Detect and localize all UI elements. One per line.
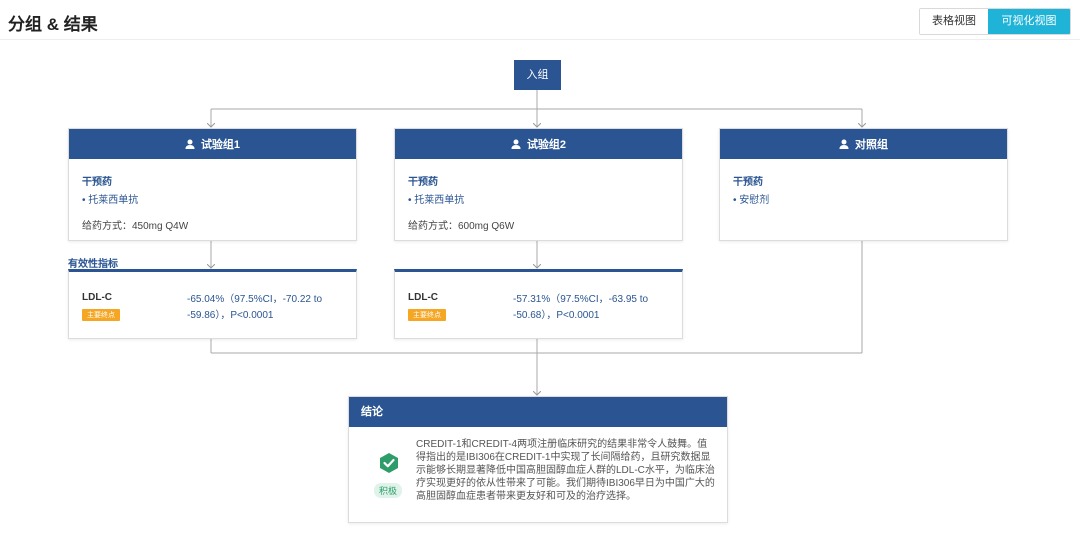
user-icon — [839, 139, 849, 149]
conclusion-header: 结论 — [349, 397, 727, 427]
dosing-text: 给药方式：600mg Q6W — [408, 221, 515, 232]
conclusion-text: CREDIT-1和CREDIT-4两项注册临床研究的结果非常令人鼓舞。值得指出的… — [416, 439, 715, 502]
arm-name: 试验组1 — [200, 139, 241, 151]
intervention-drug: • 托莱西单抗 — [82, 195, 139, 206]
arm-body: 干预药 • 托莱西单抗 给药方式：450mg Q4W — [69, 159, 356, 232]
shield-check-icon — [380, 453, 398, 473]
endpoint-result: -57.31%（97.5%CI，-63.95 to -50.68），P<0.00… — [513, 294, 649, 321]
efficacy-section-label: 有效性指标 — [68, 259, 118, 270]
endpoint-name: LDL-C — [82, 292, 112, 303]
conclusion-card: 结论 积极 CREDIT-1和CREDIT-4两项注册临床研究的结果非常令人鼓舞… — [348, 396, 728, 523]
efficacy-card-1: LDL-C 主要终点 -65.04%（97.5%CI，-70.22 to -59… — [68, 269, 357, 339]
arm-header: 试验组1 — [69, 129, 356, 159]
enrollment-node: 入组 — [514, 60, 561, 90]
arm-header: 试验组2 — [395, 129, 682, 159]
intervention-title: 干预药 — [733, 177, 763, 188]
arm-card-3: 对照组 干预药 • 安慰剂 — [719, 128, 1008, 241]
intervention-title: 干预药 — [82, 177, 112, 188]
arm-header: 对照组 — [720, 129, 1007, 159]
intervention-drug: • 托莱西单抗 — [408, 195, 465, 206]
dosing-text: 给药方式：450mg Q4W — [82, 221, 189, 232]
positive-badge: 积极 — [374, 483, 403, 498]
user-icon — [511, 139, 521, 149]
arm-name: 试验组2 — [526, 139, 567, 151]
endpoint-result: -65.04%（97.5%CI，-70.22 to -59.86），P<0.00… — [187, 294, 323, 321]
arm-body: 干预药 • 托莱西单抗 给药方式：600mg Q6W — [395, 159, 682, 232]
user-icon — [185, 139, 195, 149]
endpoint-name: LDL-C — [408, 292, 438, 303]
arm-body: 干预药 • 安慰剂 — [720, 159, 1007, 206]
arm-card-2: 试验组2 干预药 • 托莱西单抗 给药方式：600mg Q6W — [394, 128, 683, 241]
intervention-title: 干预药 — [408, 177, 438, 188]
arm-name: 对照组 — [855, 139, 888, 151]
intervention-drug: • 安慰剂 — [733, 195, 770, 206]
efficacy-card-2: LDL-C 主要终点 -57.31%（97.5%CI，-63.95 to -50… — [394, 269, 683, 339]
arm-card-1: 试验组1 干预药 • 托莱西单抗 给药方式：450mg Q4W — [68, 128, 357, 241]
primary-endpoint-badge: 主要终点 — [82, 309, 120, 321]
primary-endpoint-badge: 主要终点 — [408, 309, 446, 321]
